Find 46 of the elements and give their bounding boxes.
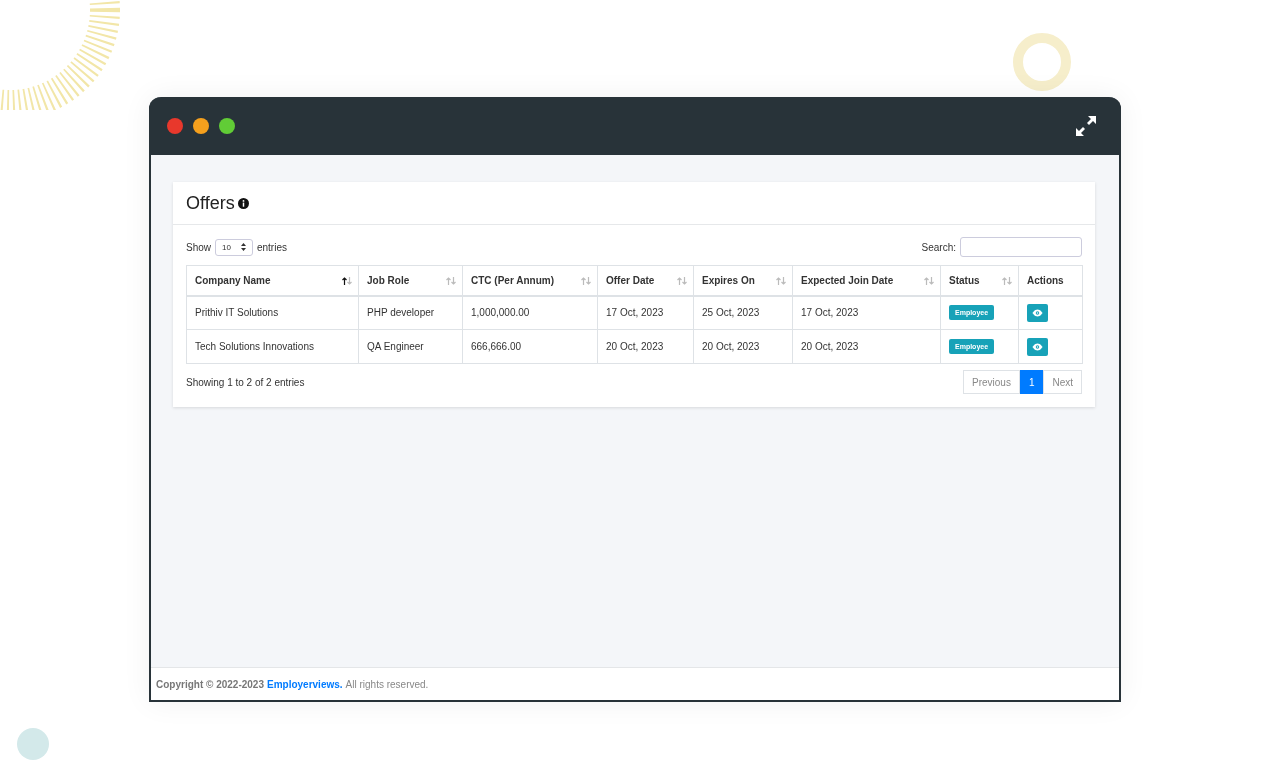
view-button[interactable] xyxy=(1027,303,1048,322)
table-cell: Prithiv IT Solutions xyxy=(186,295,359,330)
ring-icon xyxy=(1012,32,1072,92)
search-field[interactable] xyxy=(960,237,1082,257)
column-header[interactable]: Expires On xyxy=(693,265,793,296)
column-header[interactable]: Expected Join Date xyxy=(792,265,941,296)
page-button[interactable]: 1 xyxy=(1019,370,1044,394)
table-cell: 17 Oct, 2023 xyxy=(597,295,694,330)
table-cell: 17 Oct, 2023 xyxy=(792,295,941,330)
next-button[interactable]: Next xyxy=(1043,370,1082,394)
sort-icon[interactable] xyxy=(342,277,352,285)
table-cell: PHP developer xyxy=(358,295,463,330)
column-header[interactable]: Offer Date xyxy=(597,265,694,296)
circle-icon xyxy=(17,728,49,760)
table-cell: 20 Oct, 2023 xyxy=(792,329,941,364)
rights-text: All rights reserved. xyxy=(345,678,429,690)
column-header[interactable]: Status xyxy=(940,265,1019,296)
info-icon xyxy=(237,197,249,209)
eye-icon xyxy=(1032,308,1043,317)
minimize-dot-icon[interactable] xyxy=(193,118,209,134)
eye-icon xyxy=(1032,342,1043,351)
updown-icon xyxy=(240,243,246,251)
table-cell: Tech Solutions Innovations xyxy=(186,329,359,364)
expand-icon[interactable] xyxy=(1075,115,1097,137)
search-label: Search: xyxy=(921,241,956,253)
table-cell: 20 Oct, 2023 xyxy=(597,329,694,364)
maximize-dot-icon[interactable] xyxy=(219,118,235,134)
column-header[interactable]: Actions xyxy=(1018,265,1083,296)
entries-info: Showing 1 to 2 of 2 entries xyxy=(186,376,305,388)
entries-label: entries xyxy=(256,241,287,253)
table-cell: 25 Oct, 2023 xyxy=(693,295,793,330)
table-cell: 20 Oct, 2023 xyxy=(693,329,793,364)
company-link[interactable]: Employerviews. xyxy=(266,678,343,690)
table-cell: 666,666.00 xyxy=(462,329,598,364)
show-label: Show xyxy=(186,241,211,253)
copyright-text: Copyright © 2022-2023 xyxy=(156,678,264,690)
entries-select[interactable]: 10 xyxy=(215,238,253,256)
previous-button[interactable]: Previous xyxy=(962,370,1020,394)
close-dot-icon[interactable] xyxy=(167,118,183,134)
table-cell: QA Engineer xyxy=(358,329,463,364)
page-title: Offers xyxy=(186,192,235,214)
column-header[interactable]: Company Name xyxy=(186,265,359,296)
column-header[interactable]: Job Role xyxy=(358,265,463,296)
table-cell: 1,000,000.00 xyxy=(462,295,598,330)
column-header[interactable]: CTC (Per Annum) xyxy=(462,265,598,296)
view-button[interactable] xyxy=(1027,337,1048,356)
